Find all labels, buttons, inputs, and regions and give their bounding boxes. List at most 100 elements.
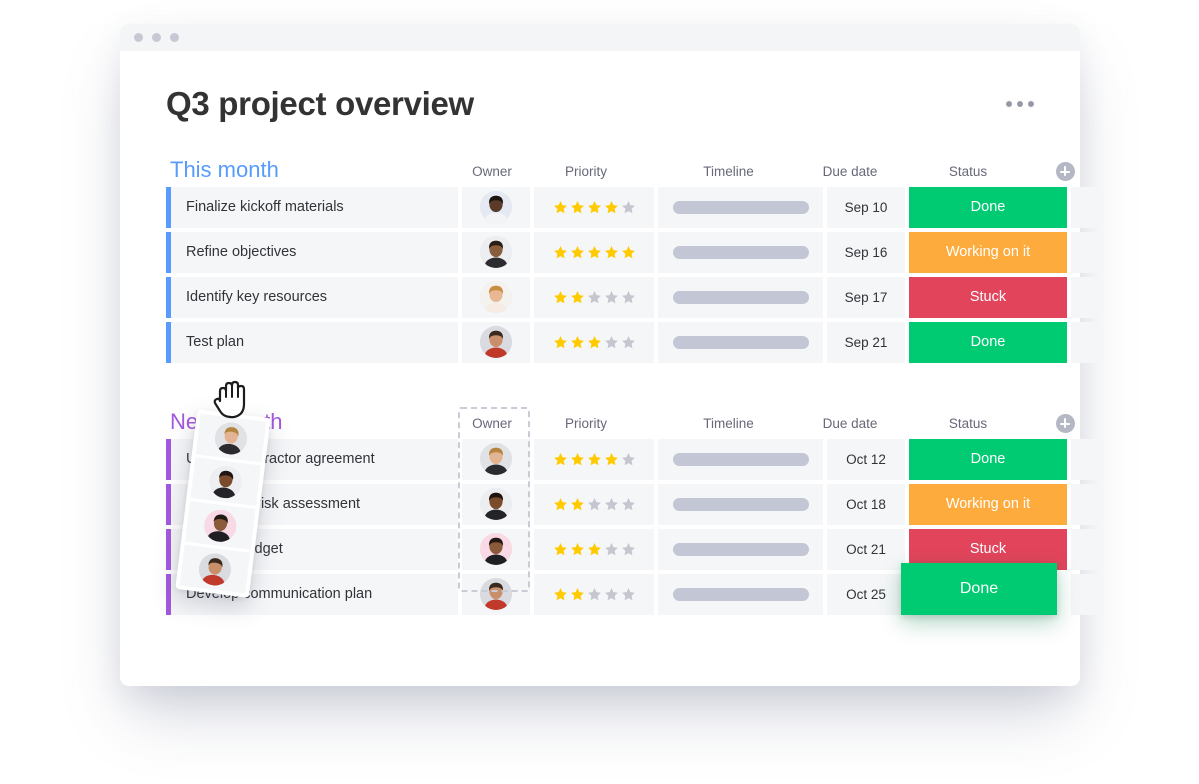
priority-stars[interactable] xyxy=(553,200,636,215)
row-timeline-cell[interactable] xyxy=(658,276,823,318)
window-dot-minimize[interactable] xyxy=(152,33,161,42)
row-owner-cell[interactable] xyxy=(462,438,530,480)
status-badge[interactable]: Working on it xyxy=(909,231,1067,273)
row-timeline-cell[interactable] xyxy=(658,321,823,363)
column-header-owner: Owner xyxy=(472,164,512,180)
star-icon xyxy=(587,290,601,304)
row-due-date-cell[interactable]: Sep 10 xyxy=(827,186,905,228)
avatar[interactable] xyxy=(480,443,512,476)
row-accent-bar xyxy=(166,573,171,615)
row-owner-cell[interactable] xyxy=(462,528,530,570)
star-icon xyxy=(570,245,584,259)
avatar[interactable] xyxy=(202,507,239,544)
row-status-cell[interactable]: Done xyxy=(901,562,1067,615)
row-status-cell[interactable]: Done xyxy=(909,186,1067,228)
column-headers: Owner Priority Timeline Due date Status xyxy=(458,413,1083,433)
row-name-cell[interactable]: Identify key resources xyxy=(166,276,458,318)
priority-stars[interactable] xyxy=(553,542,636,557)
row-timeline-cell[interactable] xyxy=(658,438,823,480)
row-due-date-cell[interactable]: Oct 25 xyxy=(827,573,905,615)
row-endcap-cell xyxy=(1071,231,1103,273)
status-badge[interactable]: Done xyxy=(909,438,1067,480)
table-row[interactable]: Test plan Sep 21 Done xyxy=(166,321,1103,363)
row-due-date-cell[interactable]: Sep 21 xyxy=(827,321,905,363)
row-due-date-cell[interactable]: Sep 17 xyxy=(827,276,905,318)
status-badge[interactable]: Done xyxy=(909,186,1067,228)
status-badge[interactable]: Working on it xyxy=(909,483,1067,525)
row-endcap-cell xyxy=(1071,573,1103,615)
row-priority-cell[interactable] xyxy=(534,321,654,363)
section-header-row: Next month Owner Priority Timeline Due d… xyxy=(166,407,1075,433)
row-priority-cell[interactable] xyxy=(534,276,654,318)
avatar[interactable] xyxy=(480,326,512,359)
row-priority-cell[interactable] xyxy=(534,573,654,615)
priority-stars[interactable] xyxy=(553,245,636,260)
avatar[interactable] xyxy=(480,533,512,566)
add-column-button[interactable] xyxy=(1055,161,1075,181)
table-row[interactable]: Refine objectives Sep 16 Working on it xyxy=(166,231,1103,273)
table-row[interactable]: Develop communication plan Oct 25 Done xyxy=(166,562,1103,615)
star-icon xyxy=(553,290,567,304)
row-status-cell[interactable]: Stuck xyxy=(909,276,1067,318)
status-badge[interactable]: Stuck xyxy=(909,276,1067,318)
priority-stars[interactable] xyxy=(553,290,636,305)
row-endcap-cell xyxy=(1071,438,1103,480)
row-name-label: Finalize kickoff materials xyxy=(186,199,344,216)
row-due-date-cell[interactable]: Oct 12 xyxy=(827,438,905,480)
status-badge[interactable]: Done xyxy=(909,321,1067,363)
avatar[interactable] xyxy=(197,551,233,587)
avatar[interactable] xyxy=(480,578,512,611)
row-priority-cell[interactable] xyxy=(534,186,654,228)
row-owner-cell[interactable] xyxy=(462,573,530,615)
row-owner-cell[interactable] xyxy=(462,231,530,273)
table-row[interactable]: Update contractor agreement Oct 12 Done xyxy=(166,438,1103,480)
add-column-button[interactable] xyxy=(1055,413,1075,433)
row-status-cell[interactable]: Done xyxy=(909,321,1067,363)
row-status-cell[interactable]: Done xyxy=(909,438,1067,480)
status-badge[interactable]: Done xyxy=(901,562,1057,615)
row-status-cell[interactable]: Working on it xyxy=(909,231,1067,273)
table-row[interactable]: Finalize kickoff materials Sep 10 Done xyxy=(166,186,1103,228)
priority-stars[interactable] xyxy=(553,452,636,467)
avatar[interactable] xyxy=(480,488,512,521)
row-due-date-cell[interactable]: Oct 21 xyxy=(827,528,905,570)
row-due-date-cell[interactable]: Sep 16 xyxy=(827,231,905,273)
row-name-cell[interactable]: Test plan xyxy=(166,321,458,363)
row-timeline-cell[interactable] xyxy=(658,483,823,525)
window-dot-maximize[interactable] xyxy=(170,33,179,42)
row-owner-cell[interactable] xyxy=(462,483,530,525)
priority-stars[interactable] xyxy=(553,587,636,602)
row-name-cell[interactable]: Refine objectives xyxy=(166,231,458,273)
row-owner-cell[interactable] xyxy=(462,321,530,363)
row-owner-cell[interactable] xyxy=(462,276,530,318)
row-timeline-cell[interactable] xyxy=(658,186,823,228)
row-status-cell[interactable]: Working on it xyxy=(909,483,1067,525)
row-priority-cell[interactable] xyxy=(534,483,654,525)
priority-stars[interactable] xyxy=(553,497,636,512)
row-timeline-cell[interactable] xyxy=(658,231,823,273)
kebab-menu-icon[interactable] xyxy=(1006,85,1034,107)
table-row[interactable]: Identify key resources Sep 17 Stuck xyxy=(166,276,1103,318)
row-timeline-cell[interactable] xyxy=(658,528,823,570)
avatar[interactable] xyxy=(480,281,512,314)
row-priority-cell[interactable] xyxy=(534,528,654,570)
row-owner-cell[interactable] xyxy=(462,186,530,228)
row-priority-cell[interactable] xyxy=(534,438,654,480)
table-rows: Update contractor agreement Oct 12 Done Con… xyxy=(166,438,1103,615)
star-icon xyxy=(570,587,584,601)
section-title: This month xyxy=(170,156,279,182)
star-icon xyxy=(570,497,584,511)
row-priority-cell[interactable] xyxy=(534,231,654,273)
priority-stars[interactable] xyxy=(553,335,636,350)
avatar[interactable] xyxy=(480,191,512,224)
window-dot-close[interactable] xyxy=(134,33,143,42)
avatar[interactable] xyxy=(213,420,249,456)
row-name-label: Test plan xyxy=(186,334,245,351)
star-icon xyxy=(570,542,584,556)
row-name-cell[interactable]: Finalize kickoff materials xyxy=(166,186,458,228)
row-due-date-cell[interactable]: Oct 18 xyxy=(827,483,905,525)
avatar[interactable] xyxy=(207,463,244,500)
row-timeline-cell[interactable] xyxy=(658,573,823,615)
table-row[interactable]: Conduct a risk assessment Oct 18 Working o… xyxy=(166,483,1103,525)
avatar[interactable] xyxy=(480,236,512,269)
